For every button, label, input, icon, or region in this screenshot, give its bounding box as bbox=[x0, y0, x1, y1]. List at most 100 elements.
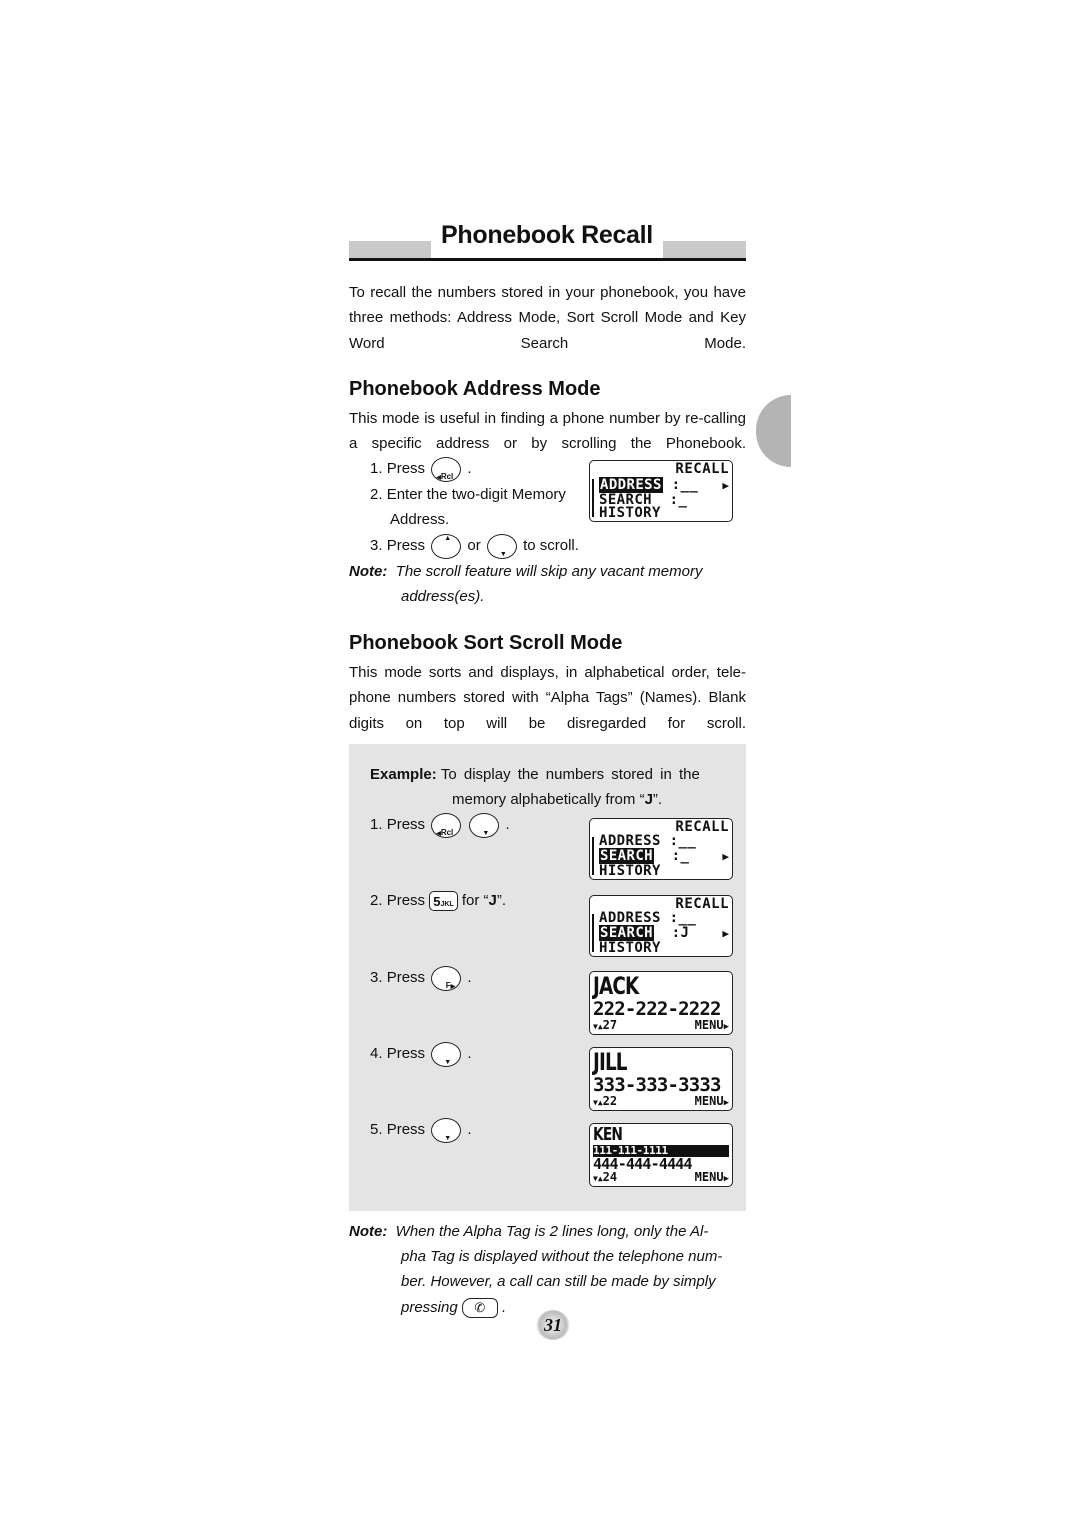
example-step-4: 4. Press ▼ . bbox=[370, 1041, 472, 1067]
lcd-row-history: HISTORY bbox=[599, 505, 661, 521]
lcd-row-value: :J bbox=[671, 925, 690, 941]
lcd-entry-jill: JILL 333-333-3333 ▼▲22 MENU▶ bbox=[589, 1047, 733, 1111]
lcd-header: RECALL bbox=[675, 461, 729, 477]
address-step-3: 3. Press ▲ or ▼ to scroll. bbox=[370, 533, 579, 559]
example-step-1: 1. Press ◀Rcl ▼ . bbox=[370, 812, 510, 838]
rcl-button-label: Rcl bbox=[440, 827, 454, 837]
lcd-memory: ▼▲22 bbox=[593, 1094, 617, 1110]
scroll-updown-icon: ▼▲ bbox=[593, 1098, 603, 1107]
example-step-3: 3. Press F▶ . bbox=[370, 965, 472, 991]
step-text: Enter the two-digit Memory bbox=[386, 486, 566, 503]
lcd-row-label: ADDRESS bbox=[599, 910, 661, 926]
final-note-line-3: ber. However, a call can still be made b… bbox=[401, 1273, 716, 1290]
right-arrow-icon: ▶ bbox=[723, 1174, 729, 1184]
section-tab-marker bbox=[756, 395, 791, 467]
example-label: Example: bbox=[370, 766, 437, 783]
note-text: pressing bbox=[401, 1299, 458, 1316]
lcd-row-label: SEARCH bbox=[599, 848, 654, 864]
down-arrow-icon: ▼ bbox=[444, 1058, 452, 1066]
note-text: . bbox=[502, 1299, 507, 1316]
lcd-memory-number: 24 bbox=[602, 1170, 618, 1184]
title-rule bbox=[349, 258, 746, 261]
rcl-button[interactable]: ◀Rcl bbox=[431, 456, 462, 482]
lcd-row-address: ADDRESS :__ bbox=[599, 911, 696, 926]
address-note-cont: address(es). bbox=[401, 588, 485, 605]
step-text: . bbox=[467, 1045, 472, 1062]
lcd-menu-label: MENU bbox=[694, 1094, 724, 1108]
page-title: Phonebook Recall bbox=[441, 221, 653, 249]
lcd-row-label: SEARCH bbox=[599, 925, 654, 941]
lcd-row-label: ADDRESS bbox=[599, 833, 661, 849]
step-text: Press bbox=[386, 969, 426, 986]
lcd-bracket bbox=[592, 837, 598, 875]
lcd-entry-ken: KEN 111-111-1111 444-444-4444 ▼▲24 MENU▶ bbox=[589, 1123, 733, 1187]
down-arrow-icon: ▼ bbox=[499, 550, 507, 558]
step-text: . bbox=[505, 816, 510, 833]
lcd-row-history: HISTORY bbox=[599, 940, 661, 956]
lcd-memory-number: 22 bbox=[602, 1094, 618, 1108]
lcd-row-search: SEARCH :J bbox=[599, 925, 690, 941]
example-text: To display the numbers stored in the bbox=[440, 766, 700, 783]
lcd-row-value: :_ bbox=[669, 492, 688, 508]
note-text: The scroll feature will skip any vacant … bbox=[395, 563, 703, 580]
down-button[interactable]: ▼ bbox=[431, 1041, 462, 1067]
lcd-memory: ▼▲24 bbox=[593, 1170, 617, 1186]
example-text: memory alphabetically from “ bbox=[452, 791, 645, 808]
rcl-button[interactable]: ◀Rcl bbox=[431, 812, 462, 838]
down-button[interactable]: ▼ bbox=[469, 812, 500, 838]
note-label: Note: bbox=[349, 563, 388, 580]
lcd-bracket bbox=[592, 914, 598, 952]
lcd-row-address: ADDRESS :__ bbox=[599, 834, 696, 849]
send-button[interactable]: ✆ bbox=[461, 1298, 498, 1319]
handset-icon: ✆ bbox=[474, 1300, 486, 1316]
step-text: Press bbox=[386, 892, 426, 909]
step-text: Press bbox=[386, 460, 426, 477]
up-button[interactable]: ▲ bbox=[431, 533, 462, 559]
right-arrow-icon: ▶ bbox=[723, 1098, 729, 1108]
function-button[interactable]: F▶ bbox=[431, 965, 462, 991]
lcd-menu: MENU▶ bbox=[695, 1170, 729, 1186]
lcd-footer: ▼▲24 MENU▶ bbox=[593, 1170, 729, 1186]
note-label: Note: bbox=[349, 1223, 388, 1240]
step-text: . bbox=[467, 460, 472, 477]
down-button[interactable]: ▼ bbox=[431, 1117, 462, 1143]
lcd-row-address: ADDRESS :__ bbox=[599, 477, 698, 493]
title-decor-right bbox=[663, 241, 746, 258]
right-arrow-icon: ▶ bbox=[722, 479, 729, 492]
step-text: Press bbox=[386, 537, 426, 554]
lcd-row-search: SEARCH :_ bbox=[599, 848, 690, 864]
lcd-footer: ▼▲22 MENU▶ bbox=[593, 1094, 729, 1110]
lcd-memory-number: 27 bbox=[602, 1018, 618, 1032]
step-text: Press bbox=[386, 816, 426, 833]
address-note: Note: The scroll feature will skip any v… bbox=[349, 559, 702, 584]
example-step-5: 5. Press ▼ . bbox=[370, 1117, 472, 1143]
step-text: for “ bbox=[461, 892, 489, 909]
lcd-entry-name: JACK bbox=[593, 972, 639, 1000]
right-arrow-icon: ▶ bbox=[722, 850, 729, 863]
step-text: Press bbox=[386, 1045, 426, 1062]
step-number: 1. bbox=[370, 460, 383, 477]
step-text: Press bbox=[386, 1121, 426, 1138]
note-text: When the Alpha Tag is 2 lines long, only… bbox=[395, 1223, 709, 1240]
lcd-recall-search: RECALL ADDRESS :__ SEARCH :_ ▶ HISTORY bbox=[589, 818, 733, 880]
lcd-menu-label: MENU bbox=[694, 1170, 724, 1184]
lcd-recall-search-j: RECALL ADDRESS :__ SEARCH :J ▶ HISTORY bbox=[589, 895, 733, 957]
down-button[interactable]: ▼ bbox=[486, 533, 517, 559]
example-intro: Example: To display the numbers stored i… bbox=[370, 762, 700, 787]
lcd-footer: ▼▲27 MENU▶ bbox=[593, 1018, 729, 1034]
step-number: 2. bbox=[370, 486, 383, 503]
sort-mode-heading: Phonebook Sort Scroll Mode bbox=[349, 632, 623, 654]
lcd-row-value: :__ bbox=[669, 910, 697, 926]
step-number: 3. bbox=[370, 537, 383, 554]
lcd-recall-address: RECALL ADDRESS :__ ▶ SEARCH :_ HISTORY bbox=[589, 460, 733, 522]
lcd-row-value: :__ bbox=[669, 833, 697, 849]
scroll-updown-icon: ▼▲ bbox=[593, 1174, 603, 1183]
lcd-memory: ▼▲27 bbox=[593, 1018, 617, 1034]
lcd-row-value: :_ bbox=[671, 848, 690, 864]
lcd-row-history: HISTORY bbox=[599, 863, 661, 879]
key-5-jkl-button[interactable]: 5JKL bbox=[429, 891, 458, 912]
key-letters: JKL bbox=[440, 901, 454, 909]
down-arrow-icon: ▼ bbox=[482, 829, 490, 837]
address-step-1: 1. Press ◀Rcl . bbox=[370, 456, 472, 482]
down-arrow-icon: ▼ bbox=[444, 1134, 452, 1142]
